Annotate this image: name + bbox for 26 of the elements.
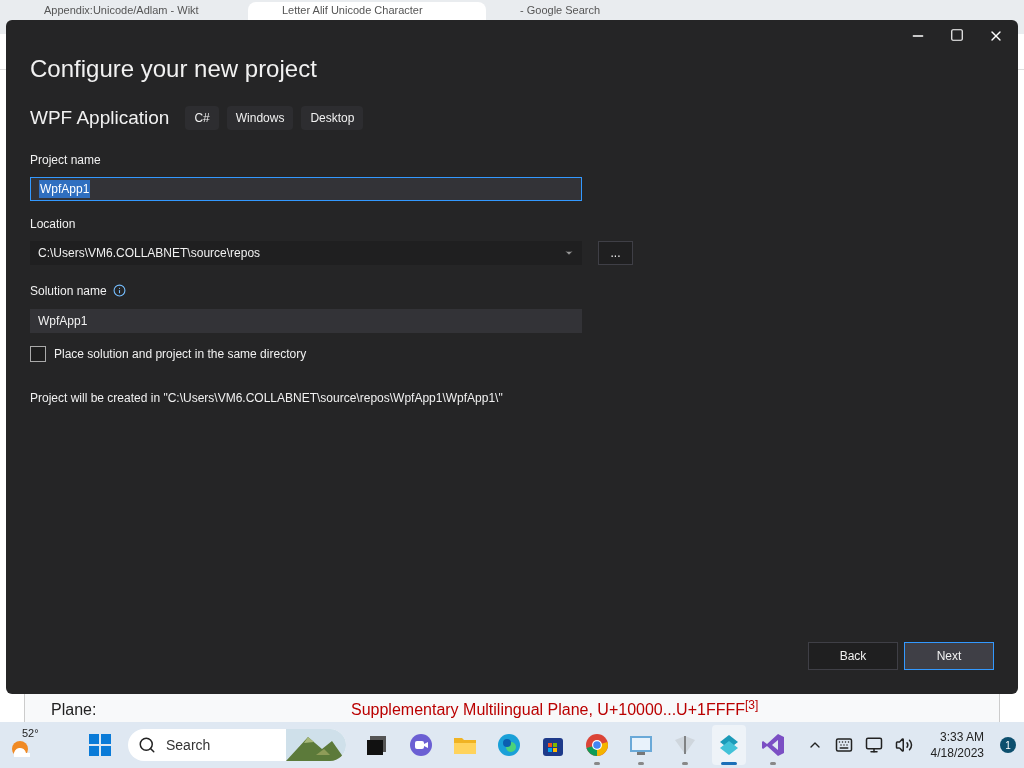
- search-box[interactable]: Search: [128, 729, 346, 761]
- temperature: 52°: [22, 726, 39, 741]
- field-label: Project name: [30, 151, 102, 169]
- search-placeholder: Search: [166, 735, 211, 755]
- template-name: WPF Application: [30, 106, 170, 130]
- template-tag: Desktop: [301, 106, 364, 131]
- notification-count[interactable]: 1: [1000, 737, 1016, 753]
- row-label: Plane:: [51, 700, 98, 720]
- time: 3:33 AM: [939, 729, 984, 745]
- solution-name-field[interactable]: WpfApp1: [30, 308, 582, 333]
- field-label: Solution name: [30, 282, 107, 300]
- summary-text: Project will be created in "C:\Users\VM6.COLLABNET\source\repos\WpfApp1\WpfApp1\": [30, 389, 504, 407]
- weather-widget[interactable]: 52°: [8, 725, 58, 765]
- dialog-button[interactable]: Back: [808, 642, 898, 670]
- field-label: Location: [30, 215, 77, 233]
- clock[interactable]: 3:33 AM 4/18/2023: [930, 729, 984, 761]
- template-tag: Windows: [226, 106, 294, 131]
- dialog-button[interactable]: Next: [904, 642, 994, 670]
- dialog-title: Configure your new project: [30, 54, 318, 84]
- template-tag: C#: [185, 106, 219, 131]
- location-dropdown[interactable]: C:\Users\VM6.COLLABNET\source\repos: [30, 240, 582, 265]
- checkbox-label: Place solution and project in the same directory: [54, 345, 307, 363]
- browse-button[interactable]: ...: [598, 240, 633, 265]
- date: 4/18/2023: [930, 745, 984, 761]
- project-name-field[interactable]: WpfApp1: [30, 176, 582, 201]
- row-value-link[interactable]: Supplementary Multilingual Plane, U+10000...U+1FFFF$^{[3]}$: [351, 698, 759, 722]
